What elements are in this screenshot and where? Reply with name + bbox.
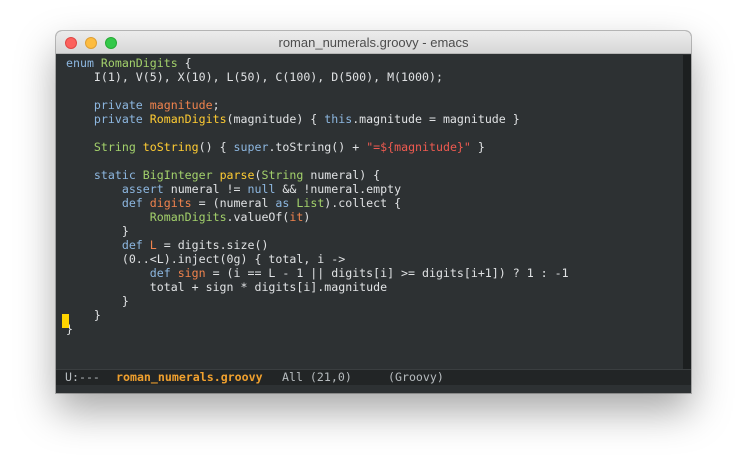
code-line[interactable]: assert numeral != null && !numeral.empty — [66, 182, 401, 196]
title-bar: roman_numerals.groovy - emacs — [56, 31, 691, 54]
code-token: assert — [121, 182, 164, 196]
code-token: this — [324, 112, 353, 126]
code-token: digits — [149, 196, 192, 210]
code-token: parse — [219, 168, 255, 182]
code-token: ).collect { — [324, 196, 402, 210]
code-line[interactable]: private magnitude; — [66, 98, 220, 112]
code-line[interactable]: enum RomanDigits { — [66, 56, 192, 70]
code-token: String — [261, 168, 304, 182]
code-token: sign — [177, 266, 206, 280]
modeline-buffer-name[interactable]: roman_numerals.groovy — [116, 370, 263, 385]
text-cursor — [62, 314, 69, 328]
code-token: numeral) { — [303, 168, 381, 182]
code-token: super — [233, 140, 269, 154]
code-token: String — [93, 140, 143, 154]
mode-line: U:--- roman_numerals.groovy All (21,0) (… — [56, 369, 691, 385]
code-token: } — [66, 294, 129, 308]
code-token: total + sign * digits[i].magnitude — [66, 280, 388, 294]
code-line[interactable]: (0..<L).inject(0g) { total, i -> — [66, 252, 345, 266]
minibuffer[interactable] — [56, 385, 691, 393]
code-line[interactable]: } — [66, 308, 101, 322]
code-token: private — [93, 112, 150, 126]
code-line[interactable]: RomanDigits.valueOf(it) — [66, 210, 311, 224]
code-line[interactable]: def L = digits.size() — [66, 238, 269, 252]
code-token: def — [121, 196, 150, 210]
code-token: List — [296, 196, 325, 210]
code-line[interactable]: I(1), V(5), X(10), L(50), C(100), D(500)… — [66, 70, 443, 84]
code-token: as — [275, 196, 297, 210]
code-token: { — [177, 56, 192, 70]
code-token: static — [93, 168, 143, 182]
code-token: RomanDigits — [149, 112, 227, 126]
code-line[interactable]: total + sign * digits[i].magnitude — [66, 280, 387, 294]
code-token: ) — [303, 210, 311, 224]
code-token: && !numeral.empty — [275, 182, 402, 196]
code-token: I(1), V(5), X(10), L(50), C(100), D(500)… — [66, 70, 443, 84]
code-token: } — [470, 140, 485, 154]
code-token: BigInteger — [142, 168, 220, 182]
code-token: = digits.size() — [156, 238, 269, 252]
modeline-status: U:--- — [65, 370, 100, 384]
code-token: enum — [66, 56, 101, 70]
code-token: .magnitude = magnitude } — [352, 112, 520, 126]
code-line[interactable]: static BigInteger parse(String numeral) … — [66, 168, 380, 182]
code-token: .toString() + — [268, 140, 367, 154]
code-token: it — [289, 210, 304, 224]
code-token: magnitude — [149, 98, 213, 112]
code-token: } — [66, 308, 101, 322]
code-line[interactable]: } — [66, 224, 129, 238]
code-token: () { — [198, 140, 234, 154]
code-editor[interactable]: enum RomanDigits { I(1), V(5), X(10), L(… — [60, 55, 683, 369]
code-token: ; — [212, 98, 220, 112]
code-token: RomanDigits — [149, 210, 227, 224]
code-token: RomanDigits — [100, 56, 178, 70]
code-token: = (i == L - 1 || digits[i] >= digits[i+1… — [205, 266, 569, 280]
code-line[interactable]: private RomanDigits(magnitude) { this.ma… — [66, 112, 520, 126]
code-token: L — [149, 238, 157, 252]
code-line[interactable]: def sign = (i == L - 1 || digits[i] >= d… — [66, 266, 569, 280]
code-line[interactable]: def digits = (numeral as List).collect { — [66, 196, 401, 210]
modeline-major-mode[interactable]: (Groovy) — [388, 370, 444, 385]
code-token: def — [149, 266, 178, 280]
code-token: "=${magnitude}" — [366, 140, 471, 154]
code-line[interactable]: } — [66, 294, 129, 308]
code-token: def — [121, 238, 150, 252]
code-token: } — [66, 224, 129, 238]
code-token: .valueOf( — [226, 210, 290, 224]
emacs-window: roman_numerals.groovy - emacs enum Roman… — [56, 31, 691, 393]
window-title: roman_numerals.groovy - emacs — [278, 35, 469, 50]
code-token: = (numeral — [191, 196, 276, 210]
code-line[interactable]: String toString() { super.toString() + "… — [66, 140, 485, 154]
right-fringe — [683, 55, 691, 369]
code-token: toString — [142, 140, 199, 154]
code-token: numeral != — [163, 182, 248, 196]
code-token: (magnitude) { — [226, 112, 325, 126]
code-token: null — [247, 182, 276, 196]
code-token: (0..<L).inject(0g) { total, i -> — [66, 252, 346, 266]
code-token: private — [93, 98, 150, 112]
modeline-position: All (21,0) — [282, 370, 352, 384]
